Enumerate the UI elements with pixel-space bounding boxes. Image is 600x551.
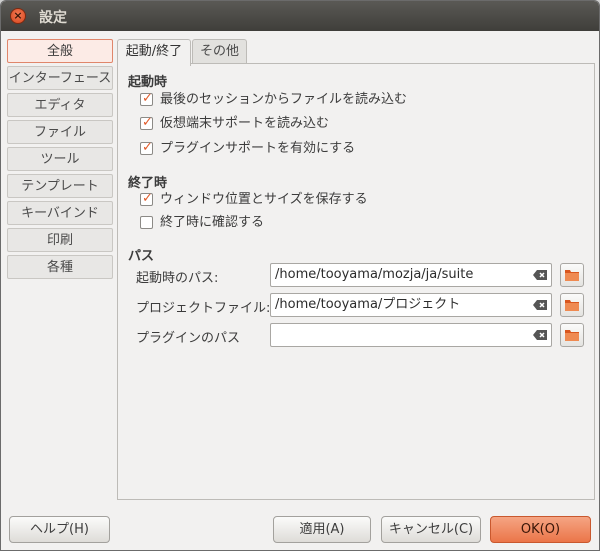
folder-icon: [565, 300, 579, 311]
sidebar-item-printing[interactable]: 印刷: [7, 228, 113, 252]
preferences-window: × 設定 全般 インターフェース エディタ ファイル ツール テンプレート キー…: [0, 0, 600, 551]
sidebar-item-templates[interactable]: テンプレート: [7, 174, 113, 198]
save-window-geometry-checkbox[interactable]: [140, 191, 153, 207]
sidebar-item-files[interactable]: ファイル: [7, 120, 113, 144]
help-button[interactable]: ヘルプ(H): [9, 516, 110, 543]
confirm-exit-label: 終了時に確認する: [160, 215, 265, 230]
title-bar: × 設定: [1, 1, 599, 31]
save-window-geometry-label: ウィンドウ位置とサイズを保存する: [160, 192, 368, 207]
startup-path-label: 起動時のパス:: [136, 271, 219, 286]
startup-section-title: 起動時: [128, 75, 168, 90]
paths-section-title: パス: [128, 249, 155, 264]
sidebar-item-general[interactable]: 全般: [7, 39, 113, 63]
ok-button[interactable]: OK(O): [490, 516, 591, 543]
sidebar-item-keybindings[interactable]: キーバインド: [7, 201, 113, 225]
confirm-exit-checkbox[interactable]: [140, 216, 153, 229]
browse-plugin-path-button[interactable]: [560, 323, 584, 347]
cancel-button[interactable]: キャンセル(C): [381, 516, 481, 543]
tab-startup-shutdown[interactable]: 起動/終了: [117, 39, 191, 66]
plugin-path-label: プラグインのパス: [136, 331, 241, 346]
browse-startup-path-button[interactable]: [560, 263, 584, 287]
folder-icon: [565, 270, 579, 281]
enable-plugins-label: プラグインサポートを有効にする: [160, 141, 356, 156]
shutdown-section-title: 終了時: [128, 176, 168, 191]
clear-plugin-path-icon[interactable]: [532, 329, 548, 341]
sidebar-item-various[interactable]: 各種: [7, 255, 113, 279]
sidebar-item-tools[interactable]: ツール: [7, 147, 113, 171]
sidebar-item-editor[interactable]: エディタ: [7, 93, 113, 117]
category-sidebar: 全般 インターフェース エディタ ファイル ツール テンプレート キーバインド …: [7, 39, 113, 495]
tab-misc[interactable]: その他: [192, 39, 247, 64]
enable-plugins-checkbox[interactable]: [140, 140, 153, 156]
project-file-label: プロジェクトファイル:: [136, 301, 271, 316]
folder-icon: [565, 330, 579, 341]
close-button[interactable]: ×: [10, 8, 26, 24]
settings-panel: 起動時 最後のセッションからファイルを読み込む 仮想端末サポートを読み込む プラ…: [117, 63, 595, 500]
browse-project-file-button[interactable]: [560, 293, 584, 317]
load-last-session-label: 最後のセッションからファイルを読み込む: [160, 92, 408, 107]
load-vte-checkbox[interactable]: [140, 115, 153, 131]
plugin-path-input[interactable]: [270, 323, 552, 347]
window-title: 設定: [39, 10, 67, 26]
load-vte-label: 仮想端末サポートを読み込む: [160, 116, 330, 131]
startup-path-input[interactable]: /home/tooyama/mozja/ja/suite: [270, 263, 552, 287]
sidebar-item-interface[interactable]: インターフェース: [7, 66, 113, 90]
apply-button[interactable]: 適用(A): [273, 516, 371, 543]
clear-startup-path-icon[interactable]: [532, 269, 548, 281]
clear-project-file-icon[interactable]: [532, 299, 548, 311]
load-last-session-checkbox[interactable]: [140, 91, 153, 107]
project-file-input[interactable]: /home/tooyama/プロジェクト: [270, 293, 552, 317]
